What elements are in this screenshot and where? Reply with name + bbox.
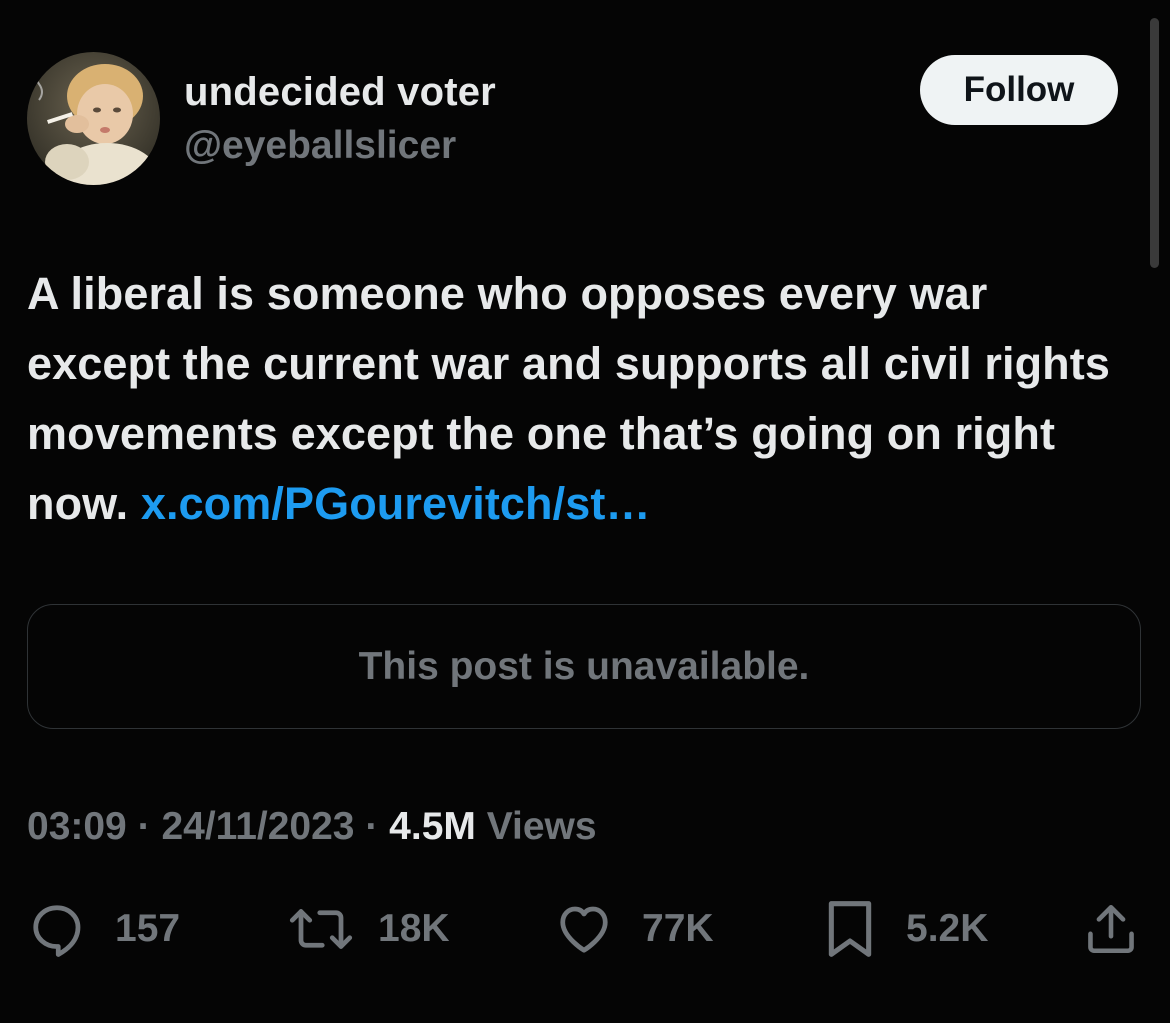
like-button[interactable]: 77K <box>554 898 714 960</box>
repost-icon <box>289 909 353 949</box>
repost-button[interactable]: 18K <box>288 898 450 960</box>
share-button[interactable] <box>1082 898 1140 960</box>
like-icon <box>560 906 608 953</box>
bookmark-button[interactable]: 5.2K <box>822 898 988 960</box>
repost-count: 18K <box>378 907 450 950</box>
meta-separator: · <box>137 805 151 848</box>
post-date[interactable]: 24/11/2023 <box>161 805 354 848</box>
share-icon <box>1088 904 1134 954</box>
views-label[interactable]: Views <box>487 805 597 848</box>
scrollbar[interactable] <box>1150 18 1159 268</box>
like-count: 77K <box>642 907 714 950</box>
quoted-post-unavailable[interactable]: This post is unavailable. <box>27 604 1141 729</box>
reply-button[interactable]: 157 <box>27 898 180 960</box>
follow-button[interactable]: Follow <box>920 55 1118 125</box>
user-handle[interactable]: @eyeballslicer <box>184 124 456 168</box>
views-count[interactable]: 4.5M <box>389 805 476 848</box>
tweet-text: A liberal is someone who opposes every w… <box>27 259 1142 539</box>
bookmark-icon <box>828 901 872 957</box>
tweet-detail: undecided voter @eyeballslicer Follow A … <box>0 0 1170 1023</box>
post-time[interactable]: 03:09 <box>27 805 127 848</box>
reply-count: 157 <box>115 907 181 950</box>
avatar[interactable] <box>27 52 160 185</box>
reply-icon <box>33 905 81 957</box>
unavailable-message: This post is unavailable. <box>358 644 810 688</box>
post-meta: 03:09 · 24/11/2023 · 4.5M Views <box>27 805 597 849</box>
display-name[interactable]: undecided voter <box>184 70 496 115</box>
meta-separator: · <box>365 805 379 848</box>
tweet-link[interactable]: x.com/PGourevitch/st… <box>141 478 651 529</box>
bookmark-count: 5.2K <box>906 907 989 950</box>
avatar-photo <box>27 52 160 185</box>
